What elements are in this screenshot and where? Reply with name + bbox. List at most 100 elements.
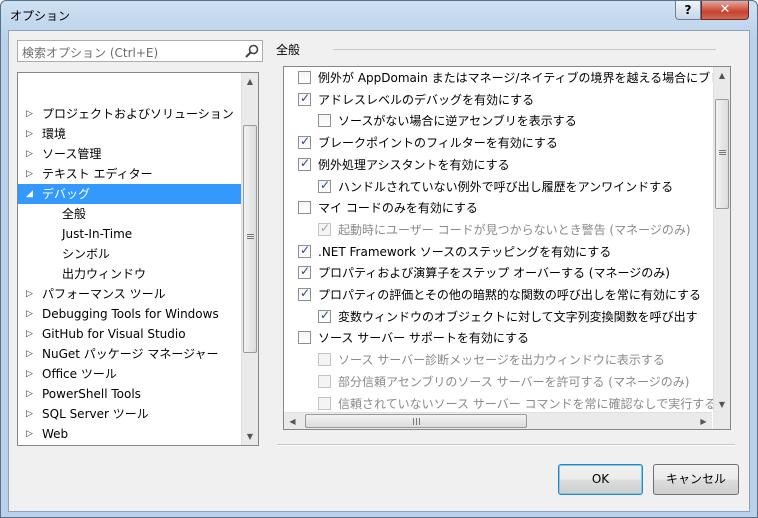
checkbox-checked[interactable]: ✓	[298, 264, 311, 280]
option-label: ソースがない場合に逆アセンブリを表示する	[338, 114, 577, 129]
collapsed-arrow-icon[interactable]: ▷	[26, 344, 36, 364]
scroll-down-arrow-icon[interactable]: ▼	[242, 428, 258, 445]
collapsed-arrow-icon[interactable]: ▷	[26, 404, 36, 424]
checkmark-icon: ✓	[300, 90, 311, 105]
tree-item-label: テキスト エディター	[42, 167, 153, 181]
options-vertical-scrollbar[interactable]: ▲ ▼	[713, 67, 730, 413]
option-label: アドレスレベルのデバッグを有効にする	[318, 92, 535, 107]
checkbox-checked: ✓	[318, 220, 331, 236]
option-label: 部分信頼アセンブリのソース サーバーを許可する (マネージのみ)	[338, 374, 690, 389]
checkbox-checked[interactable]: ✓	[318, 178, 331, 193]
collapsed-arrow-icon[interactable]: ▷	[26, 324, 36, 344]
collapsed-arrow-icon[interactable]: ▷	[26, 104, 36, 124]
tree-item[interactable]: ▷ テキスト エディター	[18, 164, 242, 184]
tree-item[interactable]: ▷ NuGet パッケージ マネージャー	[18, 344, 242, 364]
section-divider	[333, 49, 716, 50]
options-horizontal-scrollbar[interactable]: ◀ ▶	[284, 412, 712, 429]
tree-item[interactable]: ▷ ソース管理	[18, 144, 242, 164]
checkbox-unchecked[interactable]	[298, 71, 311, 84]
close-button[interactable]: ✕	[701, 1, 749, 20]
tree-item-label: 出力ウィンドウ	[62, 267, 147, 281]
tree-item[interactable]: ▷ Web	[18, 424, 242, 444]
checkbox-checked[interactable]: ✓	[298, 134, 311, 150]
tree-item[interactable]: ▷ パフォーマンス ツール	[18, 284, 242, 304]
cancel-button[interactable]: キャンセル	[653, 464, 739, 495]
checkbox-unchecked	[318, 396, 331, 410]
tree-item[interactable]: シンボル	[18, 244, 242, 264]
help-button[interactable]: ?	[675, 1, 701, 20]
option-label: ソース サーバー サポートを有効にする	[318, 331, 530, 346]
checkbox-unchecked[interactable]	[298, 201, 311, 215]
collapsed-arrow-icon[interactable]: ▷	[26, 444, 36, 445]
checkmark-icon: ✓	[300, 264, 311, 279]
checkbox-checked[interactable]: ✓	[298, 90, 311, 106]
tree-item[interactable]: ▷ Debugging Tools for Windows	[18, 304, 242, 324]
checkbox-checked[interactable]: ✓	[298, 243, 311, 258]
ok-button[interactable]: OK	[558, 464, 643, 495]
tree-item[interactable]: 全般	[18, 204, 242, 224]
collapsed-arrow-icon[interactable]: ▷	[26, 364, 36, 384]
scroll-left-arrow-icon[interactable]: ◀	[284, 413, 301, 429]
tree-item-label: PowerShell Tools	[42, 387, 141, 401]
scroll-down-arrow-icon[interactable]: ▼	[714, 396, 730, 413]
tree-item[interactable]: ◢ デバッグ	[18, 184, 242, 204]
tree-item-label: プロジェクトおよびソリューション	[42, 107, 234, 121]
checkbox-unchecked[interactable]	[298, 331, 311, 345]
tree-item[interactable]: ▷ Web パフォーマンス テスト ツール	[18, 444, 242, 445]
tree-item-label: Debugging Tools for Windows	[42, 307, 219, 321]
tree-item-label: ソース管理	[42, 147, 102, 161]
collapsed-arrow-icon[interactable]: ▷	[26, 304, 36, 324]
option-label: ブレークポイントのフィルターを有効にする	[318, 136, 558, 151]
tree-item[interactable]: ▷ PowerShell Tools	[18, 384, 242, 404]
option-label: プロパティおよび演算子をステップ オーバーする (マネージのみ)	[318, 266, 670, 281]
collapsed-arrow-icon[interactable]: ▷	[26, 424, 36, 444]
tree-scroll-thumb[interactable]	[243, 125, 257, 353]
section-title: 全般	[276, 43, 301, 57]
scroll-right-arrow-icon[interactable]: ▶	[695, 413, 712, 429]
collapsed-arrow-icon[interactable]: ▷	[26, 124, 36, 144]
tree-item[interactable]: ▷ GitHub for Visual Studio	[18, 324, 242, 344]
options-tree[interactable]: ▷ プロジェクトおよびソリューション ▷ 環境 ▷ ソース管理 ▷ テキスト エディター ◢ デバ…	[17, 72, 259, 446]
search-placeholder: 検索オプション (Ctrl+E)	[22, 46, 159, 60]
tree-vertical-scrollbar[interactable]: ▲ ▼	[241, 73, 258, 445]
checkbox-checked[interactable]: ✓	[318, 308, 331, 323]
tree-item-label: Web	[42, 427, 69, 441]
collapsed-arrow-icon[interactable]: ▷	[26, 384, 36, 404]
option-label: 起動時にユーザー コードが見つからないとき警告 (マネージのみ)	[338, 222, 691, 237]
tree-item-label: デバッグ	[42, 187, 91, 201]
option-label: .NET Framework ソースのステッピングを有効にする	[318, 244, 612, 259]
tree-item[interactable]: ▷ SQL Server ツール	[18, 404, 242, 424]
options-panel: 例外が AppDomain またはマネージ/ネイティブの境界を越える場合にブレ ✓…	[283, 66, 731, 430]
scrollbar-corner	[713, 412, 730, 429]
checkbox-unchecked	[318, 374, 331, 388]
tree-item-label: SQL Server ツール	[42, 407, 149, 421]
options-hscroll-thumb[interactable]	[305, 414, 527, 428]
tree-item[interactable]: ▷ プロジェクトおよびソリューション	[18, 104, 242, 124]
checkbox-unchecked[interactable]	[318, 114, 331, 128]
option-label: ソース サーバー診断メッセージを出力ウィンドウに表示する	[338, 353, 665, 368]
tree-item-label: Just-In-Time	[62, 227, 133, 241]
tree-item[interactable]: Just-In-Time	[18, 224, 242, 244]
checkbox-checked[interactable]: ✓	[298, 286, 311, 301]
checkmark-icon: ✓	[320, 220, 331, 235]
buttons-divider	[277, 444, 735, 446]
search-input[interactable]: 検索オプション (Ctrl+E)	[17, 40, 263, 62]
checkmark-icon: ✓	[300, 155, 311, 170]
tree-item[interactable]: 出力ウィンドウ	[18, 264, 242, 284]
expanded-arrow-icon[interactable]: ◢	[26, 184, 36, 204]
option-label: ハンドルされていない例外で呼び出し履歴をアンワインドする	[338, 179, 674, 194]
window-title: オプション	[10, 9, 71, 23]
collapsed-arrow-icon[interactable]: ▷	[26, 164, 36, 184]
tree-item[interactable]: ▷ 環境	[18, 124, 242, 144]
checkbox-unchecked	[318, 353, 331, 367]
options-scroll-thumb[interactable]	[715, 99, 729, 209]
scroll-up-arrow-icon[interactable]: ▲	[242, 73, 258, 90]
collapsed-arrow-icon[interactable]: ▷	[26, 284, 36, 304]
checkbox-checked[interactable]: ✓	[298, 155, 311, 171]
search-icon[interactable]	[244, 43, 260, 59]
scroll-up-arrow-icon[interactable]: ▲	[714, 67, 730, 84]
checkmark-icon: ✓	[300, 134, 311, 149]
collapsed-arrow-icon[interactable]: ▷	[26, 144, 36, 164]
title-bar[interactable]: オプション ? ✕	[1, 1, 757, 29]
tree-item[interactable]: ▷ Office ツール	[18, 364, 242, 384]
